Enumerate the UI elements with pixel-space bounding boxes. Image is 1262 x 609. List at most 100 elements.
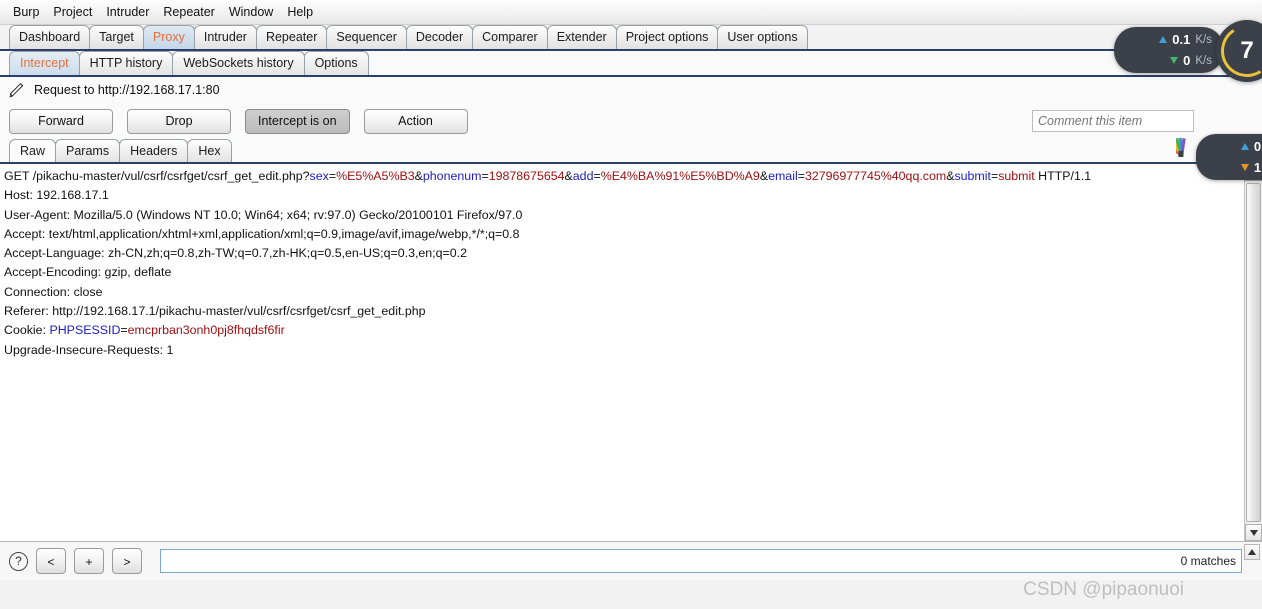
request-token: %E5%A5%B3 bbox=[336, 169, 415, 183]
menu-item-burp[interactable]: Burp bbox=[6, 3, 46, 21]
search-add-button[interactable]: + bbox=[74, 548, 104, 574]
scrollbar-thumb[interactable] bbox=[1246, 183, 1261, 522]
arrow-down-icon bbox=[1240, 164, 1249, 171]
tab-intruder[interactable]: Intruder bbox=[193, 25, 257, 49]
subtab-intercept[interactable]: Intercept bbox=[9, 51, 80, 75]
download-speed-unit: K/s bbox=[1195, 54, 1212, 67]
search-next-button[interactable]: > bbox=[112, 548, 142, 574]
forward-button[interactable]: Forward bbox=[9, 108, 113, 134]
request-line: Accept: text/html,application/xhtml+xml,… bbox=[4, 225, 1240, 244]
tab-project-options[interactable]: Project options bbox=[615, 25, 719, 49]
rainbow-fan-icon[interactable] bbox=[1176, 130, 1206, 160]
request-token: = bbox=[328, 169, 337, 183]
menu-item-intruder[interactable]: Intruder bbox=[99, 3, 156, 21]
request-line: Accept-Encoding: gzip, deflate bbox=[4, 263, 1240, 282]
editor-tab-headers[interactable]: Headers bbox=[119, 139, 189, 162]
chevron-down-icon bbox=[1249, 529, 1258, 536]
request-token: 32796977745%40qq.com bbox=[804, 169, 947, 183]
watermark-text: CSDN @pipaonuoi bbox=[1023, 579, 1184, 600]
intercept-toolbar: Forward Drop Intercept is on Action bbox=[0, 103, 1262, 139]
editor-vertical-scrollbar[interactable] bbox=[1244, 164, 1262, 541]
menu-item-help[interactable]: Help bbox=[280, 3, 320, 21]
network-speed-overlay-top[interactable]: 0.1 K/s 0 K/s bbox=[1114, 27, 1224, 73]
request-editor-panel: GET /pikachu-master/vul/csrf/csrfget/csr… bbox=[0, 164, 1262, 542]
intercept-toggle-button[interactable]: Intercept is on bbox=[245, 108, 350, 134]
request-token: Accept: text/html,application/xhtml+xml,… bbox=[4, 226, 520, 241]
request-line: Cookie: PHPSESSID=emcprban3onh0pj8fhqdsf… bbox=[4, 321, 1240, 340]
tab-target[interactable]: Target bbox=[89, 25, 144, 49]
comment-input[interactable] bbox=[1032, 110, 1194, 132]
request-token: Referer: http://192.168.17.1/pikachu-mas… bbox=[4, 304, 426, 319]
main-tab-bar: Dashboard Target Proxy Intruder Repeater… bbox=[0, 25, 1262, 51]
arrow-up-icon bbox=[1159, 36, 1168, 43]
editor-tab-params[interactable]: Params bbox=[55, 139, 121, 162]
editor-search-bar: ? < + > 0 matches bbox=[0, 542, 1262, 580]
editor-tab-hex[interactable]: Hex bbox=[187, 139, 232, 162]
request-token: Upgrade-Insecure-Requests: 1 bbox=[4, 342, 174, 357]
request-token: = bbox=[593, 169, 601, 183]
request-token: GET /pikachu-master/vul/csrf/csrfget/csr… bbox=[4, 169, 310, 183]
request-token: Connection: close bbox=[4, 284, 103, 299]
editor-tab-raw[interactable]: Raw bbox=[9, 139, 57, 162]
request-line: Referer: http://192.168.17.1/pikachu-mas… bbox=[4, 302, 1240, 321]
request-token: emcprban3onh0pj8fhqdsf6fir bbox=[127, 323, 285, 338]
download-rate-row: 1.4 bbox=[1196, 157, 1262, 178]
request-token: = bbox=[797, 169, 805, 183]
search-matches-label: 0 matches bbox=[1180, 554, 1236, 568]
menu-bar: Burp Project Intruder Repeater Window He… bbox=[0, 0, 1262, 25]
tab-sequencer[interactable]: Sequencer bbox=[326, 25, 407, 49]
resize-grip[interactable] bbox=[1244, 544, 1260, 560]
request-token: 19878675654 bbox=[488, 169, 565, 183]
tab-decoder[interactable]: Decoder bbox=[405, 25, 474, 49]
upload-rate-value: 0.7 bbox=[1253, 139, 1262, 154]
subtab-http-history[interactable]: HTTP history bbox=[78, 51, 174, 75]
request-token: add bbox=[572, 169, 594, 183]
menu-item-window[interactable]: Window bbox=[222, 3, 280, 21]
subtab-options[interactable]: Options bbox=[303, 51, 369, 75]
request-token: submit bbox=[998, 169, 1035, 183]
request-token: HTTP/1.1 bbox=[1034, 169, 1092, 183]
message-editor-tab-bar: Raw Params Headers Hex bbox=[0, 139, 1262, 164]
request-token: = bbox=[481, 169, 489, 183]
request-token: PHPSESSID bbox=[49, 323, 121, 338]
tab-comparer[interactable]: Comparer bbox=[472, 25, 548, 49]
search-prev-button[interactable]: < bbox=[36, 548, 66, 574]
tab-dashboard[interactable]: Dashboard bbox=[9, 25, 91, 49]
tab-proxy[interactable]: Proxy bbox=[142, 25, 195, 49]
request-token: Accept-Language: zh-CN,zh;q=0.8,zh-TW;q=… bbox=[4, 246, 467, 261]
tab-user-options[interactable]: User options bbox=[717, 25, 808, 49]
request-line: Upgrade-Insecure-Requests: 1 bbox=[4, 341, 1240, 360]
help-icon[interactable]: ? bbox=[9, 551, 28, 571]
action-button[interactable]: Action bbox=[363, 108, 468, 134]
request-token: %E4%BA%91%E5%BD%A9 bbox=[600, 169, 760, 183]
request-line: GET /pikachu-master/vul/csrf/csrfget/csr… bbox=[4, 167, 1240, 186]
request-token: User-Agent: Mozilla/5.0 (Windows NT 10.0… bbox=[4, 207, 523, 222]
request-token: & bbox=[564, 169, 573, 183]
search-input[interactable] bbox=[160, 549, 1242, 573]
request-token: submit bbox=[954, 169, 991, 183]
raw-request-text[interactable]: GET /pikachu-master/vul/csrf/csrfget/csr… bbox=[0, 164, 1244, 541]
tab-extender[interactable]: Extender bbox=[546, 25, 617, 49]
menu-item-project[interactable]: Project bbox=[46, 3, 99, 21]
request-token: & bbox=[759, 169, 769, 183]
drop-button[interactable]: Drop bbox=[127, 108, 231, 134]
request-token: email bbox=[768, 169, 798, 183]
request-token: phonenum bbox=[422, 169, 482, 183]
request-line: User-Agent: Mozilla/5.0 (Windows NT 10.0… bbox=[4, 206, 1240, 225]
request-token: & bbox=[414, 169, 423, 183]
download-speed-value: 0 bbox=[1183, 53, 1191, 68]
request-line: Host: 192.168.17.1 bbox=[4, 186, 1240, 205]
request-token: Accept-Encoding: gzip, deflate bbox=[4, 265, 172, 280]
request-line: Connection: close bbox=[4, 283, 1240, 302]
download-rate-value: 1.4 bbox=[1253, 160, 1262, 175]
subtab-websockets-history[interactable]: WebSockets history bbox=[172, 51, 305, 75]
arrow-down-icon bbox=[1170, 57, 1179, 64]
scroll-down-button[interactable] bbox=[1245, 524, 1262, 541]
menu-item-repeater[interactable]: Repeater bbox=[156, 3, 221, 21]
chevron-up-icon bbox=[1248, 549, 1256, 555]
request-token: Cookie: bbox=[4, 323, 50, 338]
arrow-up-icon bbox=[1240, 143, 1249, 150]
upload-speed-value: 0.1 bbox=[1172, 32, 1191, 47]
tab-repeater[interactable]: Repeater bbox=[255, 25, 328, 49]
request-token: = bbox=[120, 323, 128, 338]
